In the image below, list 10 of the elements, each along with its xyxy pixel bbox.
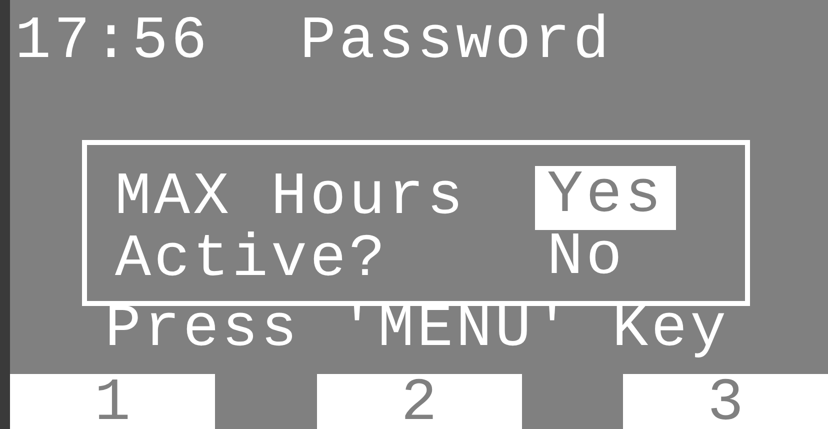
screen-title: Password <box>300 12 612 78</box>
softkey-button[interactable]: 3 <box>623 374 828 429</box>
clock-time: 17:56 <box>15 12 210 78</box>
dialog-label: Active? <box>115 230 390 290</box>
dialog-label: MAX Hours <box>115 168 468 228</box>
softkey-button[interactable]: 2 <box>316 374 522 429</box>
option-item[interactable]: No <box>535 228 638 292</box>
softkey-button[interactable]: 1 <box>10 374 215 429</box>
option-item[interactable]: Yes <box>535 166 676 230</box>
prompt-text: Press 'MENU' Key <box>105 300 730 360</box>
